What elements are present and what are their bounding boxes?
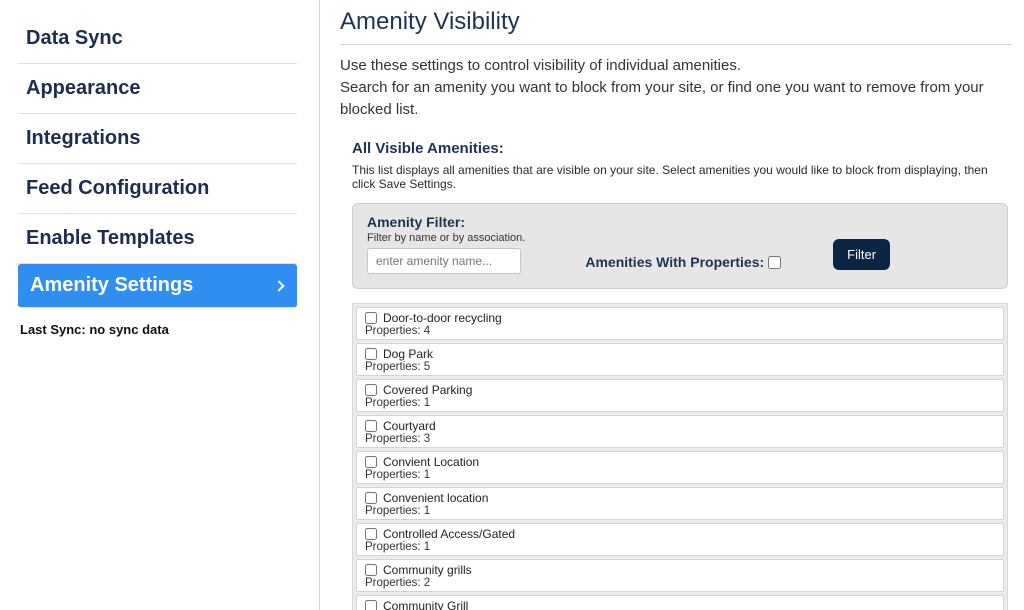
amenity-name: Community grills xyxy=(383,563,472,577)
last-sync-status: Last Sync: no sync data xyxy=(18,322,297,337)
amenity-row: Door-to-door recyclingProperties: 4 xyxy=(356,307,1004,340)
sidebar-item-enable-templates[interactable]: Enable Templates xyxy=(18,214,297,264)
amenity-row: Convient LocationProperties: 1 xyxy=(356,451,1004,484)
amenity-checkbox[interactable] xyxy=(365,348,377,360)
filter-button[interactable]: Filter xyxy=(833,239,890,270)
visible-amenities-section: All Visible Amenities: This list display… xyxy=(340,140,1012,610)
amenity-row: Community GrillProperties: 2 xyxy=(356,595,1004,610)
amenity-properties-count: Properties: 1 xyxy=(365,505,995,517)
amenity-name-input[interactable] xyxy=(367,248,521,274)
with-properties-checkbox[interactable] xyxy=(768,256,781,269)
sidebar-item-amenity-settings[interactable]: Amenity Settings xyxy=(18,264,297,308)
sidebar-item-appearance[interactable]: Appearance xyxy=(18,64,297,114)
amenity-properties-count: Properties: 1 xyxy=(365,469,995,481)
amenity-row-top: Community grills xyxy=(365,563,995,577)
sidebar-item-label: Data Sync xyxy=(26,27,123,50)
amenity-properties-count: Properties: 1 xyxy=(365,541,995,553)
filter-heading: Amenity Filter: xyxy=(367,214,525,230)
amenity-row-top: Courtyard xyxy=(365,419,995,433)
intro-line: Search for an amenity you want to block … xyxy=(340,77,1012,121)
amenity-filter-panel: Amenity Filter: Filter by name or by ass… xyxy=(352,203,1008,289)
amenity-checkbox[interactable] xyxy=(365,384,377,396)
amenity-row: CourtyardProperties: 3 xyxy=(356,415,1004,448)
amenity-properties-count: Properties: 2 xyxy=(365,577,995,589)
amenity-name: Convenient location xyxy=(383,491,488,505)
amenity-name: Convient Location xyxy=(383,455,479,469)
sidebar-item-feed-configuration[interactable]: Feed Configuration xyxy=(18,164,297,214)
page-intro: Use these settings to control visibility… xyxy=(340,55,1012,120)
sidebar-item-integrations[interactable]: Integrations xyxy=(18,114,297,164)
amenity-row: Covered ParkingProperties: 1 xyxy=(356,379,1004,412)
sidebar: Data Sync Appearance Integrations Feed C… xyxy=(0,0,320,610)
amenity-properties-count: Properties: 3 xyxy=(365,433,995,445)
amenity-checkbox[interactable] xyxy=(365,564,377,576)
amenity-list: Door-to-door recyclingProperties: 4Dog P… xyxy=(352,303,1008,610)
amenity-name: Courtyard xyxy=(383,419,436,433)
filter-with-properties-group: Amenities With Properties: xyxy=(585,254,781,274)
main-content: Amenity Visibility Use these settings to… xyxy=(320,0,1024,610)
amenity-checkbox[interactable] xyxy=(365,492,377,504)
amenity-row-top: Community Grill xyxy=(365,599,995,610)
with-properties-label: Amenities With Properties: xyxy=(585,254,764,270)
amenity-row-top: Dog Park xyxy=(365,347,995,361)
amenity-row-top: Controlled Access/Gated xyxy=(365,527,995,541)
amenity-properties-count: Properties: 4 xyxy=(365,325,995,337)
amenity-row-top: Convenient location xyxy=(365,491,995,505)
amenity-properties-count: Properties: 5 xyxy=(365,361,995,373)
amenity-row-top: Convient Location xyxy=(365,455,995,469)
amenity-name: Controlled Access/Gated xyxy=(383,527,515,541)
amenity-properties-count: Properties: 1 xyxy=(365,397,995,409)
amenity-row: Community grillsProperties: 2 xyxy=(356,559,1004,592)
amenity-checkbox[interactable] xyxy=(365,312,377,324)
amenity-name: Covered Parking xyxy=(383,383,472,397)
amenity-checkbox[interactable] xyxy=(365,600,377,610)
sidebar-item-label: Feed Configuration xyxy=(26,177,209,200)
chevron-right-icon xyxy=(273,280,284,291)
filter-subtext: Filter by name or by association. xyxy=(367,232,525,244)
page-title: Amenity Visibility xyxy=(340,8,1012,45)
amenity-name: Dog Park xyxy=(383,347,433,361)
amenity-name: Community Grill xyxy=(383,599,468,610)
amenity-row-top: Door-to-door recycling xyxy=(365,311,995,325)
section-desc: This list displays all amenities that ar… xyxy=(352,163,1008,191)
sidebar-item-label: Enable Templates xyxy=(26,227,195,250)
sidebar-item-label: Amenity Settings xyxy=(30,274,193,297)
amenity-row-top: Covered Parking xyxy=(365,383,995,397)
amenity-row: Convenient locationProperties: 1 xyxy=(356,487,1004,520)
amenity-name: Door-to-door recycling xyxy=(383,311,502,325)
sidebar-item-label: Integrations xyxy=(26,127,140,150)
sidebar-item-label: Appearance xyxy=(26,77,141,100)
intro-line: Use these settings to control visibility… xyxy=(340,55,1012,77)
amenity-row: Controlled Access/GatedProperties: 1 xyxy=(356,523,1004,556)
sidebar-item-data-sync[interactable]: Data Sync xyxy=(18,14,297,64)
amenity-checkbox[interactable] xyxy=(365,456,377,468)
amenity-checkbox[interactable] xyxy=(365,420,377,432)
amenity-checkbox[interactable] xyxy=(365,528,377,540)
filter-name-group: Amenity Filter: Filter by name or by ass… xyxy=(367,214,525,274)
amenity-row: Dog ParkProperties: 5 xyxy=(356,343,1004,376)
section-title: All Visible Amenities: xyxy=(352,140,1008,157)
